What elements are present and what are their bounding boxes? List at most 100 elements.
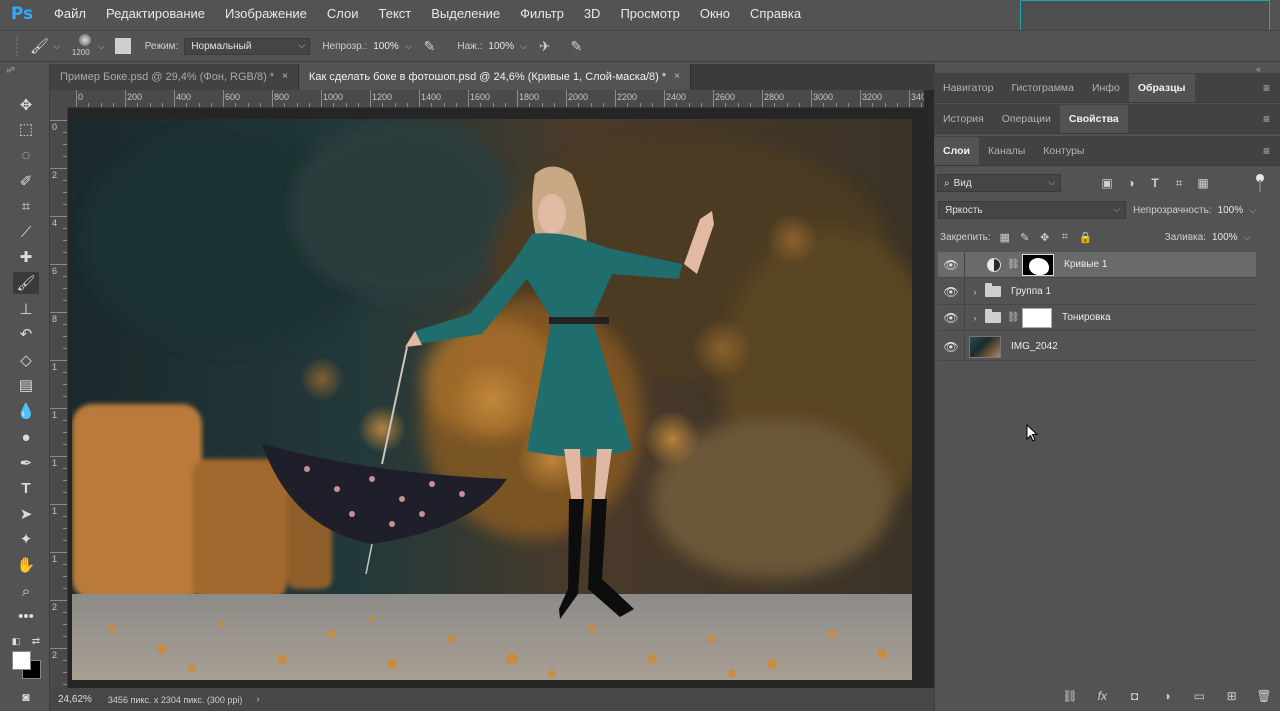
lock-transparent-icon[interactable]: ▦ (999, 231, 1011, 244)
tab-history[interactable]: История (934, 105, 993, 133)
zoom-level[interactable]: 24,62% (58, 694, 92, 705)
chevron-right-icon[interactable]: › (969, 313, 981, 323)
lock-artboard-icon[interactable]: ⌗ (1059, 231, 1071, 244)
gradient-tool-icon[interactable]: ▤ (13, 374, 39, 396)
trash-icon[interactable]: 🗑 (1256, 689, 1272, 703)
link-layers-icon[interactable]: ⛓ (1062, 689, 1078, 703)
airbrush-icon[interactable]: ✈ (539, 38, 551, 55)
chevron-right-icon[interactable]: › (969, 287, 981, 297)
close-icon[interactable]: × (282, 64, 288, 90)
menu-edit[interactable]: Редактирование (96, 0, 215, 28)
move-tool-icon[interactable]: ✥ (13, 94, 39, 116)
blur-tool-icon[interactable]: 💧 (13, 400, 39, 422)
ruler-origin[interactable] (50, 90, 68, 108)
pen-tool-icon[interactable]: ✒ (13, 452, 39, 474)
options-grip[interactable] (16, 36, 26, 56)
lasso-tool-icon[interactable]: ◌ (13, 144, 39, 166)
layer-row[interactable]: 👁 ⛓ Кривые 1 (938, 251, 1256, 278)
status-menu-arrow-icon[interactable]: › (256, 694, 259, 705)
new-layer-icon[interactable]: ⊞ (1224, 689, 1240, 703)
menu-image[interactable]: Изображение (215, 0, 317, 28)
fill-value[interactable]: 100% (1212, 232, 1238, 243)
layer-filter-select[interactable]: ⌕ Вид ⌵ (937, 174, 1061, 192)
stamp-tool-icon[interactable]: ⊥ (13, 298, 39, 320)
menu-filter[interactable]: Фильтр (510, 0, 574, 28)
pressure-opacity-icon[interactable]: ✎ (424, 38, 436, 55)
vertical-ruler[interactable]: 0 2 4 6 8 1 1 1 1 1 2 2 (50, 108, 68, 688)
history-brush-tool-icon[interactable]: ↶ (13, 323, 39, 345)
foreground-color-swatch[interactable] (12, 651, 31, 670)
dodge-tool-icon[interactable]: ● (13, 426, 39, 448)
brush-tool-icon[interactable]: 🖌 (30, 37, 49, 55)
menu-text[interactable]: Текст (369, 0, 422, 28)
add-mask-icon[interactable]: ◘ (1127, 689, 1143, 703)
eye-icon[interactable]: 👁 (938, 258, 964, 272)
tab-swatches[interactable]: Образцы (1128, 74, 1195, 102)
quick-select-tool-icon[interactable]: ✐ (13, 170, 39, 192)
tab-document-2[interactable]: Как сделать боке в фотошоп.psd @ 24,6% (… (298, 64, 691, 90)
menu-window[interactable]: Окно (690, 0, 740, 28)
panel-menu-icon[interactable]: ≡ (1263, 112, 1270, 126)
document-info[interactable]: 3456 пикс. x 2304 пикс. (300 ppi) (108, 695, 242, 705)
lock-position-icon[interactable]: ✥ (1039, 231, 1051, 244)
hand-tool-icon[interactable]: ✋ (13, 554, 39, 576)
adjustment-layer-icon[interactable]: ◑ (1159, 689, 1175, 703)
opacity-value[interactable]: 100% (373, 41, 399, 52)
tab-actions[interactable]: Операции (993, 105, 1060, 133)
tab-layers[interactable]: Слои (934, 137, 979, 165)
eyedropper-tool-icon[interactable]: ⟋ (13, 221, 39, 243)
filter-shape-icon[interactable]: ⌗ (1173, 176, 1185, 191)
eye-icon[interactable]: 👁 (938, 285, 964, 299)
blend-mode-select[interactable]: Яркость ⌵ (938, 201, 1126, 219)
path-select-tool-icon[interactable]: ➤ (13, 503, 39, 525)
more-tools-icon[interactable]: ••• (13, 605, 39, 627)
link-chain-icon[interactable]: ⛓ (1007, 312, 1020, 323)
fx-icon[interactable]: fx (1094, 689, 1110, 703)
opacity-dropdown-icon[interactable]: ⌵ (405, 41, 412, 52)
eraser-tool-icon[interactable]: ◇ (13, 349, 39, 371)
tab-paths[interactable]: Контуры (1034, 137, 1093, 165)
menu-view[interactable]: Просмотр (610, 0, 689, 28)
curves-adjustment-icon[interactable] (987, 257, 1001, 272)
zoom-tool-icon[interactable]: ⌕ (13, 580, 39, 602)
horizontal-ruler[interactable]: 0 200 400 600 800 1000 1200 1400 1600 1800 2000 220… (68, 90, 924, 108)
layer-name[interactable]: IMG_2042 (1011, 341, 1058, 352)
pressure-size-icon[interactable]: ✎ (571, 38, 583, 55)
menu-help[interactable]: Справка (740, 0, 811, 28)
filter-type-icon[interactable]: T (1149, 176, 1161, 190)
filter-toggle[interactable] (1256, 174, 1264, 192)
flow-dropdown-icon[interactable]: ⌵ (520, 41, 527, 52)
tab-info[interactable]: Инфо (1083, 74, 1129, 102)
panel-menu-icon[interactable]: ≡ (1263, 144, 1270, 158)
new-group-icon[interactable]: ▭ (1191, 689, 1207, 703)
shape-tool-icon[interactable]: ✦ (13, 528, 39, 550)
layer-name[interactable]: Группа 1 (1011, 286, 1051, 297)
layer-row[interactable]: 👁 IMG_2042 (938, 333, 1256, 361)
tab-channels[interactable]: Каналы (979, 137, 1034, 165)
tab-navigator[interactable]: Навигатор (934, 74, 1002, 102)
default-colors-icon[interactable]: ◧ (8, 630, 24, 652)
swap-colors-icon[interactable]: ⇄ (28, 630, 44, 652)
crop-tool-icon[interactable]: ⌗ (13, 195, 39, 217)
layer-mask-thumbnail[interactable] (1022, 253, 1054, 276)
close-icon[interactable]: × (674, 64, 680, 90)
eye-icon[interactable]: 👁 (938, 340, 964, 354)
layer-row[interactable]: 👁 › ⛓ Тонировка (938, 304, 1256, 331)
menu-layers[interactable]: Слои (317, 0, 369, 28)
layer-name[interactable]: Кривые 1 (1064, 259, 1107, 270)
lock-image-icon[interactable]: ✎ (1019, 231, 1031, 244)
marquee-tool-icon[interactable]: ⬚ (13, 118, 39, 140)
canvas-image[interactable] (72, 119, 912, 680)
quick-mask-icon[interactable]: ◙ (13, 686, 39, 708)
eye-icon[interactable]: 👁 (938, 311, 964, 325)
tab-properties[interactable]: Свойства (1059, 105, 1128, 133)
layer-image-thumbnail[interactable] (969, 335, 1001, 358)
fill-dropdown-icon[interactable]: ⌵ (1244, 232, 1251, 243)
healing-brush-tool-icon[interactable]: ✚ (13, 246, 39, 268)
filter-pixel-icon[interactable]: ▣ (1101, 176, 1113, 190)
lock-all-icon[interactable]: 🔒 (1079, 231, 1093, 244)
mode-select[interactable]: Нормальный ⌵ (184, 37, 311, 55)
menu-select[interactable]: Выделение (421, 0, 510, 28)
menu-file[interactable]: Файл (44, 0, 96, 28)
filter-adjustment-icon[interactable]: ◑ (1125, 176, 1137, 190)
